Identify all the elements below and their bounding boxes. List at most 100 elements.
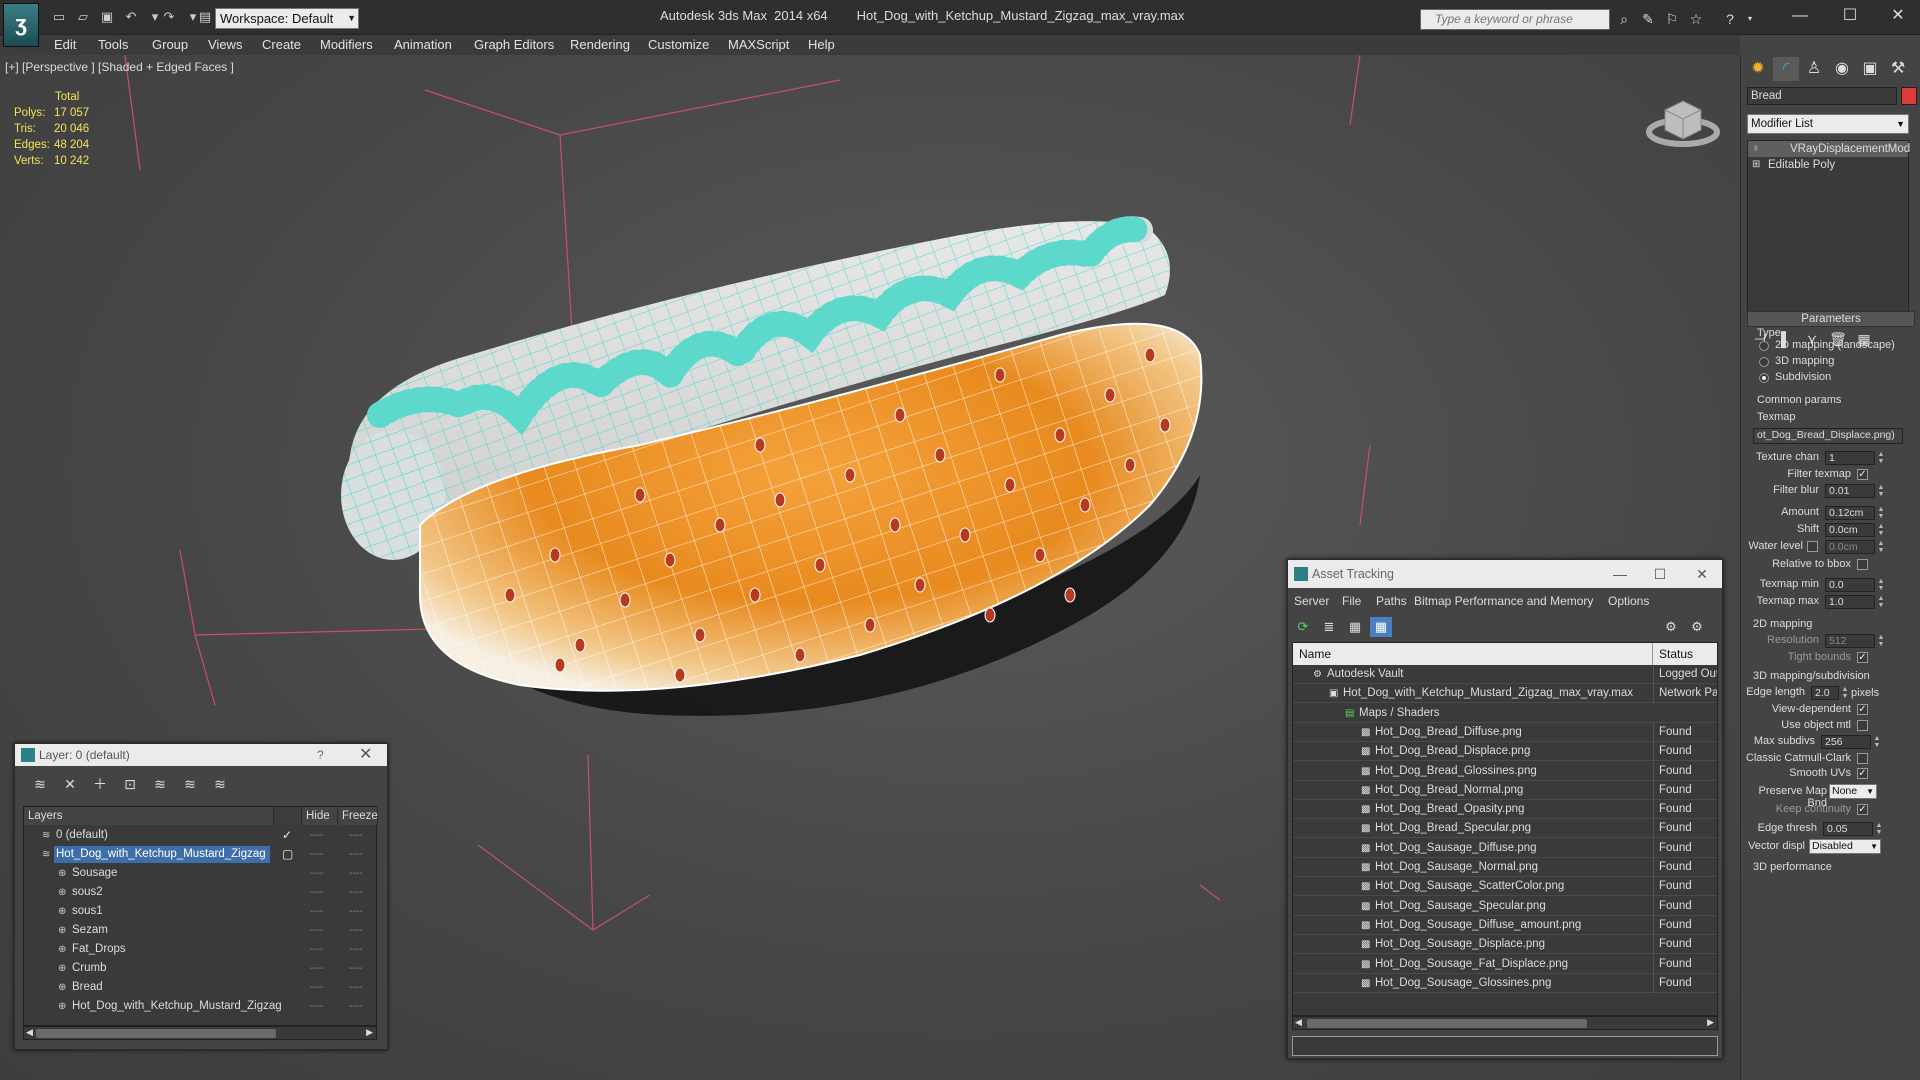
asset-row[interactable]: ▩ Hot_Dog_Sausage_Normal.png Found bbox=[1293, 858, 1717, 877]
set-current-layer-icon[interactable]: ▢ bbox=[282, 845, 293, 864]
modify-tab-icon[interactable]: ◜ bbox=[1773, 57, 1799, 81]
refresh-icon[interactable]: ⟳ bbox=[1292, 617, 1314, 637]
layer-name[interactable]: Sousage bbox=[70, 865, 121, 882]
modifier-list-dropdown[interactable]: Modifier List ▼ bbox=[1747, 114, 1909, 134]
asset-row[interactable]: ▩ Hot_Dog_Bread_Glossines.png Found bbox=[1293, 761, 1717, 781]
select-in-layer-icon[interactable]: ⊡ bbox=[115, 776, 145, 793]
layer-name[interactable]: Sezam bbox=[70, 922, 112, 939]
spinner-icon[interactable]: ▲ ▼ bbox=[1877, 595, 1885, 609]
scrollbar-thumb[interactable] bbox=[36, 1029, 276, 1038]
favorites-star-icon[interactable]: ☆ bbox=[1686, 9, 1706, 29]
minimize-icon[interactable]: — bbox=[1600, 560, 1640, 588]
filter-blur-field[interactable]: 0.01 bbox=[1825, 484, 1875, 498]
new-file-icon[interactable]: ▭ bbox=[50, 8, 68, 26]
menu-create[interactable]: Create bbox=[262, 35, 301, 55]
expand-plus-icon[interactable]: ⊞ bbox=[1752, 157, 1760, 173]
add-to-layer-icon[interactable]: ＋ bbox=[85, 774, 115, 794]
spinner-icon[interactable]: ▲ ▼ bbox=[1877, 484, 1885, 498]
radio-3d-mapping[interactable] bbox=[1759, 357, 1769, 367]
maximize-icon[interactable]: ☐ bbox=[1640, 560, 1680, 588]
minimize-button[interactable]: — bbox=[1780, 3, 1820, 29]
vector-displ-dropdown[interactable]: Disabled ▼ bbox=[1809, 839, 1881, 854]
help-dropdown-icon[interactable]: ▾ bbox=[1740, 9, 1760, 29]
scroll-right-icon[interactable]: ▶ bbox=[1707, 1017, 1714, 1028]
maximize-button[interactable]: ☐ bbox=[1830, 3, 1870, 29]
list-view-icon[interactable]: ≣ bbox=[1318, 617, 1340, 637]
workspace-dropdown[interactable]: Workspace: Default ▼ bbox=[215, 8, 359, 29]
hide-toggle[interactable]: ---- bbox=[310, 978, 323, 997]
menu-rendering[interactable]: Rendering bbox=[570, 35, 630, 55]
hide-all-icon[interactable]: ≋ bbox=[175, 776, 205, 793]
layer-name[interactable]: Crumb bbox=[70, 960, 111, 977]
spinner-icon[interactable]: ▲ ▼ bbox=[1877, 523, 1885, 537]
help-button[interactable]: ? bbox=[317, 744, 324, 766]
texmap-max-field[interactable]: 1.0 bbox=[1825, 595, 1875, 609]
smooth-uvs-checkbox[interactable]: ✓ bbox=[1857, 768, 1868, 779]
asset-menu-bitmap[interactable]: Bitmap Performance and Memory bbox=[1414, 592, 1593, 610]
view-dependent-checkbox[interactable]: ✓ bbox=[1857, 704, 1868, 715]
asset-row[interactable]: ▩ Hot_Dog_Bread_Specular.png Found bbox=[1293, 819, 1717, 839]
undo-icon[interactable]: ↶ bbox=[122, 8, 140, 26]
freeze-toggle[interactable]: ---- bbox=[349, 845, 362, 864]
close-icon[interactable]: ✕ bbox=[1682, 560, 1722, 588]
asset-row[interactable]: ▩ Hot_Dog_Sausage_Diffuse.png Found bbox=[1293, 838, 1717, 858]
layer-row[interactable]: ⊕ Sezam ---- ---- bbox=[24, 921, 376, 940]
hide-toggle[interactable]: ---- bbox=[310, 921, 323, 940]
asset-row[interactable]: ▩ Hot_Dog_Bread_Normal.png Found bbox=[1293, 780, 1717, 800]
binoculars-icon[interactable]: ⌕ bbox=[1614, 9, 1634, 29]
preserve-map-dropdown[interactable]: None ▼ bbox=[1829, 784, 1877, 799]
current-layer-check-icon[interactable]: ✓ bbox=[282, 826, 292, 845]
asset-row[interactable]: ⚙ Autodesk Vault Logged Out bbox=[1293, 665, 1717, 684]
asset-dialog-titlebar[interactable]: Asset Tracking — ☐ ✕ bbox=[1288, 560, 1722, 588]
spinner-icon[interactable]: ▲ ▼ bbox=[1875, 822, 1883, 836]
asset-row[interactable]: ▩ Hot_Dog_Sausage_Specular.png Found bbox=[1293, 896, 1717, 916]
viewcube[interactable] bbox=[1646, 100, 1720, 147]
thumbnail-view-icon[interactable]: ▦ bbox=[1344, 617, 1366, 637]
layer-row[interactable]: ⊕ Sousage ---- ---- bbox=[24, 864, 376, 883]
catmull-clark-checkbox[interactable] bbox=[1857, 753, 1868, 764]
new-layer-icon[interactable]: ≋ bbox=[25, 776, 55, 793]
freeze-toggle[interactable]: ---- bbox=[349, 826, 362, 845]
spinner-icon[interactable]: ▲ ▼ bbox=[1877, 451, 1885, 465]
scroll-right-icon[interactable]: ▶ bbox=[366, 1027, 373, 1038]
hide-toggle[interactable]: ---- bbox=[310, 826, 323, 845]
open-file-icon[interactable]: ▱ bbox=[74, 8, 92, 26]
object-color-swatch[interactable] bbox=[1901, 87, 1917, 105]
texture-chan-field[interactable]: 1 bbox=[1825, 451, 1875, 465]
hide-toggle[interactable]: ---- bbox=[310, 940, 323, 959]
asset-row[interactable]: ▤ Maps / Shaders bbox=[1293, 704, 1717, 723]
scrollbar-thumb[interactable] bbox=[1307, 1019, 1587, 1028]
freeze-toggle[interactable]: ---- bbox=[349, 940, 362, 959]
menu-modifiers[interactable]: Modifiers bbox=[320, 35, 373, 55]
use-object-mtl-checkbox[interactable] bbox=[1857, 720, 1868, 731]
column-header-hide[interactable]: Hide bbox=[302, 807, 338, 825]
spinner-icon[interactable]: ▲ ▼ bbox=[1873, 735, 1881, 749]
help-icon[interactable]: ? bbox=[1720, 9, 1740, 29]
asset-menu-paths[interactable]: Paths bbox=[1376, 592, 1407, 610]
motion-tab-icon[interactable]: ◉ bbox=[1829, 57, 1855, 81]
asset-menu-file[interactable]: File bbox=[1342, 592, 1361, 610]
spinner-icon[interactable]: ▲ ▼ bbox=[1877, 506, 1885, 520]
menu-views[interactable]: Views bbox=[208, 35, 242, 55]
column-header-status[interactable]: Status bbox=[1653, 643, 1717, 665]
subscription-icon[interactable]: ✎ bbox=[1638, 9, 1658, 29]
stack-item-editable-poly[interactable]: ⊞ Editable Poly bbox=[1748, 157, 1908, 173]
utilities-tab-icon[interactable]: ⚒ bbox=[1885, 57, 1911, 81]
highlight-selected-icon[interactable]: ≋ bbox=[145, 776, 175, 793]
redo-icon[interactable]: ↷ bbox=[160, 8, 178, 26]
delete-layer-icon[interactable]: ✕ bbox=[55, 776, 85, 793]
texmap-min-field[interactable]: 0.0 bbox=[1825, 578, 1875, 592]
layer-name[interactable]: Hot_Dog_with_Ketchup_Mustard_Zigzag bbox=[70, 998, 286, 1015]
object-name-field[interactable]: Bread bbox=[1747, 87, 1897, 105]
keep-continuity-checkbox[interactable]: ✓ bbox=[1857, 804, 1868, 815]
relative-bbox-checkbox[interactable] bbox=[1857, 559, 1868, 570]
column-header-layers[interactable]: Layers bbox=[24, 807, 274, 825]
layer-row[interactable]: ⊕ sous1 ---- ---- bbox=[24, 902, 376, 921]
freeze-all-icon[interactable]: ≋ bbox=[205, 776, 235, 793]
freeze-toggle[interactable]: ---- bbox=[349, 921, 362, 940]
hide-toggle[interactable]: ---- bbox=[310, 864, 323, 883]
table-view-icon[interactable]: ▦ bbox=[1370, 617, 1392, 637]
horizontal-scrollbar[interactable]: ▶ ◀ bbox=[23, 1026, 377, 1040]
menu-customize[interactable]: Customize bbox=[648, 35, 709, 55]
layer-name[interactable]: sous2 bbox=[70, 884, 107, 901]
